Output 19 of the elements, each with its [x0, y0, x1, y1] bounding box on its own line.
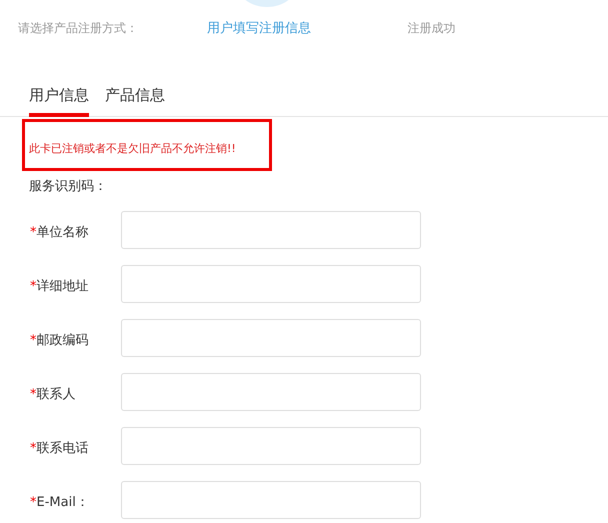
tab[interactable]: 用户信息	[29, 86, 89, 117]
input-field[interactable]	[121, 265, 421, 303]
field-label: *单位名称	[29, 224, 90, 241]
input-field[interactable]	[121, 427, 421, 465]
field-label: *详细地址	[29, 278, 90, 295]
field-label: *联系电话	[29, 440, 90, 457]
input-field[interactable]	[121, 211, 421, 249]
field-label: *邮政编码	[29, 332, 90, 349]
tab[interactable]: 产品信息	[105, 86, 165, 117]
step-label: 用户填写注册信息	[206, 19, 408, 37]
input-field[interactable]	[121, 481, 421, 519]
field-label: *E-Mail：	[29, 494, 90, 511]
field-label: 服务识别码：	[29, 178, 107, 195]
step-label: 注册成功	[407, 20, 456, 36]
field-label: *联系人	[29, 386, 76, 403]
input-field[interactable]	[121, 319, 421, 357]
error-message: 此卡已注销或者不是欠旧产品不允许注销!!	[29, 140, 236, 156]
step-prompt: 请选择产品注册方式：	[18, 20, 139, 36]
input-field[interactable]	[121, 373, 421, 411]
